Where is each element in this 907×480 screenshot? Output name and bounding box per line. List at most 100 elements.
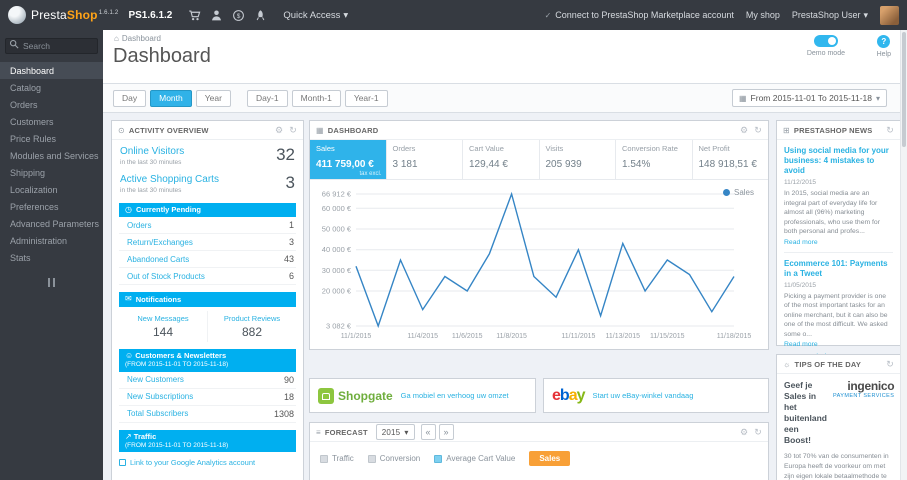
svg-text:11/1/2015: 11/1/2015 [341, 333, 372, 340]
my-shop-link[interactable]: My shop [746, 10, 780, 20]
forecast-legend-conversion[interactable]: Conversion [367, 454, 420, 463]
kpi-orders[interactable]: Orders 3 181 [387, 140, 463, 179]
row-value: 18 [283, 391, 294, 402]
ebay-promo[interactable]: ebay Start uw eBay-winkel vandaag [543, 378, 769, 413]
range-button-month-1[interactable]: Month-1 [291, 89, 341, 107]
kpi-visits[interactable]: Visits 205 939 [540, 140, 616, 179]
read-more-link[interactable]: Read more [784, 341, 893, 348]
forecast-year-select[interactable]: 2015 ▾ [375, 424, 415, 440]
marketplace-connect-link[interactable]: ✓ Connect to PrestaShop Marketplace acco… [545, 10, 734, 20]
shopgate-promo[interactable]: Shopgate Ga mobiel en verhoog uw omzet [309, 378, 536, 413]
sidebar-item-catalog[interactable]: Catalog [0, 79, 103, 96]
topbar: PrestaShop1.6.1.2 PS1.6.1.2 $ Quick Acce… [0, 0, 907, 30]
prev-year-button[interactable]: « [420, 424, 436, 440]
cart-icon[interactable] [188, 9, 201, 22]
sidebar-item-dashboard[interactable]: Dashboard [0, 62, 103, 79]
sidebar-menu: Dashboard Catalog Orders Customers Price… [0, 62, 103, 266]
online-visitors-link[interactable]: Online Visitors [120, 146, 184, 157]
check-icon: ✓ [544, 10, 552, 20]
new-messages-stat[interactable]: New Messages 144 [119, 310, 208, 342]
refresh-icon[interactable]: ↻ [886, 359, 894, 370]
main-content: ⌂ Dashboard Dashboard Demo mode ? Help D… [103, 30, 907, 480]
sidebar-item-shipping[interactable]: Shipping [0, 164, 103, 181]
range-button-day[interactable]: Day [113, 89, 147, 107]
sidebar-item-modules[interactable]: Modules and Services [0, 147, 103, 164]
refresh-icon[interactable]: ↻ [754, 125, 762, 136]
tips-panel-header: ☼ TIPS OF THE DAY ↻ [777, 355, 900, 374]
gear-icon[interactable]: ⚙ [740, 125, 748, 136]
product-reviews-stat[interactable]: Product Reviews 882 [208, 311, 296, 342]
sidebar-item-customers[interactable]: Customers [0, 113, 103, 130]
payment-icon[interactable]: $ [232, 9, 245, 22]
customer-icon[interactable] [210, 9, 223, 22]
sidebar-item-administration[interactable]: Administration [0, 232, 103, 249]
google-analytics-link[interactable]: Link to your Google Analytics account [119, 458, 296, 467]
tips-of-the-day-panel: ☼ TIPS OF THE DAY ↻ Geef je Sales in het… [776, 354, 901, 480]
legend-square [320, 454, 328, 463]
refresh-icon[interactable]: ↻ [886, 125, 894, 136]
read-more-link[interactable]: Read more [784, 239, 893, 246]
news-panel-title: PRESTASHOP NEWS [793, 125, 873, 135]
breadcrumb[interactable]: ⌂ Dashboard [114, 34, 161, 43]
help-button[interactable]: ? [877, 35, 891, 48]
svg-text:66 912 €: 66 912 € [322, 190, 352, 199]
rocket-icon[interactable] [254, 9, 267, 22]
svg-text:11/11/2015: 11/11/2015 [561, 333, 595, 340]
shopgate-promo-link[interactable]: Ga mobiel en verhoog uw omzet [401, 391, 509, 401]
customers-row-total-subscribers[interactable]: Total Subscribers 1308 [119, 406, 296, 423]
demo-mode-toggle[interactable] [813, 35, 838, 47]
dashboard-panel-header: ▦ DASHBOARD ⚙ ↻ [310, 121, 768, 140]
link-icon [119, 459, 126, 467]
date-range-picker[interactable]: ▦ From 2015-11-01 To 2015-11-18 ▾ [731, 89, 887, 107]
customers-row-new-customers[interactable]: New Customers 90 [119, 372, 296, 389]
refresh-icon[interactable]: ↻ [289, 125, 297, 136]
user-menu[interactable]: PrestaShop User ▾ [792, 10, 868, 21]
pending-row-out-of-stock[interactable]: Out of Stock Products 6 [119, 268, 296, 286]
range-button-year-1[interactable]: Year-1 [344, 89, 388, 107]
pending-row-abandoned-carts[interactable]: Abandoned Carts 43 [119, 251, 296, 269]
range-button-month[interactable]: Month [150, 89, 192, 107]
kpi-sales[interactable]: Sales 411 759,00 € tax excl. [310, 140, 387, 179]
sidebar-item-orders[interactable]: Orders [0, 96, 103, 113]
sidebar-collapse-icon[interactable] [45, 278, 59, 287]
sidebar-item-advanced-parameters[interactable]: Advanced Parameters [0, 215, 103, 232]
notifications-columns: New Messages 144 Product Reviews 882 [119, 310, 296, 342]
customers-newsletters-header: ☺ Customers & Newsletters (FROM 2015-11-… [119, 348, 296, 372]
avatar[interactable] [880, 5, 899, 25]
gear-icon[interactable]: ⚙ [275, 125, 283, 136]
kpi-cart-value[interactable]: Cart Value 129,44 € [463, 140, 540, 179]
customers-row-new-subscriptions[interactable]: New Subscriptions 18 [119, 389, 296, 406]
sidebar-item-localization[interactable]: Localization [0, 181, 103, 198]
sidebar-item-price-rules[interactable]: Price Rules [0, 130, 103, 147]
forecast-legend-average-cart-value[interactable]: Average Cart Value [434, 454, 515, 463]
news-article-title[interactable]: Using social media for your business: 4 … [784, 146, 893, 176]
sidebar-item-stats[interactable]: Stats [0, 249, 103, 266]
refresh-icon[interactable]: ↻ [754, 427, 762, 438]
shop-name-link[interactable]: PS1.6.1.2 [128, 10, 172, 21]
pending-row-orders[interactable]: Orders 1 [119, 217, 296, 235]
ebay-promo-link[interactable]: Start uw eBay-winkel vandaag [593, 391, 694, 401]
kpi-net-profit[interactable]: Net Profit 148 918,51 € [693, 140, 769, 179]
news-icon: ⊞ [783, 125, 790, 135]
quick-access-menu[interactable]: Quick Access ▾ [283, 10, 348, 21]
stat-label: New Messages [137, 313, 189, 323]
news-article-title[interactable]: Ecommerce 101: Payments in a Tweet [784, 259, 893, 279]
row-value: 1 [288, 220, 294, 231]
range-button-year[interactable]: Year [195, 89, 231, 107]
forecast-legend-sales[interactable]: Sales [529, 451, 571, 466]
sidebar-item-preferences[interactable]: Preferences [0, 198, 103, 215]
pending-row-returns[interactable]: Return/Exchanges 3 [119, 234, 296, 252]
kpi-conversion-rate[interactable]: Conversion Rate 1.54% [616, 140, 693, 179]
next-year-button[interactable]: » [438, 424, 454, 440]
vertical-scrollbar[interactable] [900, 30, 907, 480]
tips-heading: Geef je Sales in het buitenland een Boos… [784, 380, 827, 446]
active-carts-link[interactable]: Active Shopping Carts [120, 174, 219, 185]
svg-text:11/8/2015: 11/8/2015 [496, 333, 527, 340]
prestashop-news-panel: ⊞ PRESTASHOP NEWS ↻ Using social media f… [776, 120, 901, 361]
prestashop-logo[interactable]: PrestaShop1.6.1.2 [8, 6, 118, 24]
range-button-day-1[interactable]: Day-1 [246, 89, 288, 107]
gear-icon[interactable]: ⚙ [740, 427, 748, 438]
forecast-legend-traffic[interactable]: Traffic [320, 454, 354, 463]
svg-text:$: $ [237, 12, 241, 19]
scrollbar-thumb[interactable] [902, 32, 906, 147]
